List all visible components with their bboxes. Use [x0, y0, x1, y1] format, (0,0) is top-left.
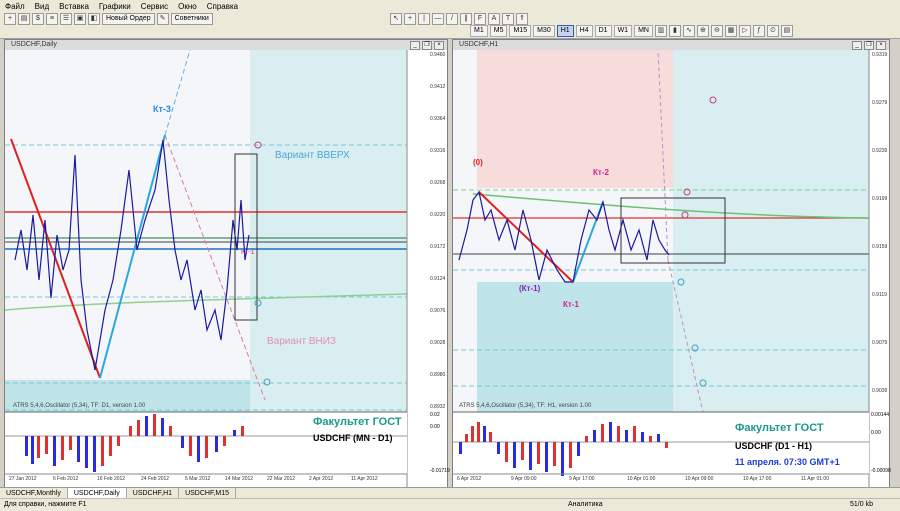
close-icon[interactable]: × [876, 41, 886, 50]
status-traffic: 51/0 kb [850, 501, 873, 508]
status-bar: Для справки, нажмите F1 Аналитика 51/0 k… [0, 498, 900, 511]
fibo-icon[interactable]: F [474, 13, 486, 25]
window-controls: _ ❐ × [410, 41, 444, 50]
tf-m5[interactable]: M5 [489, 25, 508, 37]
chart-window-daily[interactable]: USDCHF,Daily _ ❐ × Кт-3 Вариант ВВЕРХ Ва… [4, 39, 450, 488]
indicators-icon[interactable]: ƒ [752, 25, 765, 37]
menu-insert[interactable]: Вставка [54, 2, 94, 11]
candles-icon[interactable]: ▮ [668, 25, 681, 37]
restore-icon[interactable]: ❐ [422, 41, 432, 50]
text-icon[interactable]: A [488, 13, 500, 25]
menu-bar: Файл Вид Вставка Графики Сервис Окно Спр… [0, 0, 900, 12]
menu-view[interactable]: Вид [30, 2, 54, 11]
profiles-icon[interactable]: ▤ [18, 13, 30, 25]
experts-button[interactable]: Советники [170, 13, 213, 25]
label-variant-down: Вариант ВНИЗ [267, 336, 336, 347]
price-axis-left: 0.9460 0.9412 0.9364 0.9316 0.9268 0.922… [430, 52, 446, 410]
label-kt2: Кт-2 [593, 168, 609, 177]
tf-m15[interactable]: M15 [509, 25, 532, 37]
menu-help[interactable]: Справка [202, 2, 243, 11]
new-chart-icon[interactable]: + [4, 13, 16, 25]
minimize-icon[interactable]: _ [410, 41, 420, 50]
menu-charts[interactable]: Графики [94, 2, 136, 11]
close-icon[interactable]: × [434, 41, 444, 50]
tf-m30[interactable]: M30 [533, 25, 555, 37]
date-label-right: 11 апреля. 07:30 GMT+1 [735, 457, 840, 467]
price-axis-right: 0.9319 0.9279 0.9239 0.9199 0.9159 0.911… [872, 52, 888, 394]
chart-window-h1[interactable]: USDCHF,H1 _ ❐ × (0) Кт-2 (Кт-1) Кт-1 ATR… [452, 39, 891, 488]
label-kt1-right: Кт-1 [563, 300, 579, 309]
label-kt1-paren: (Кт-1) [519, 284, 541, 293]
navigator-icon[interactable]: ☰ [60, 13, 72, 25]
hline-icon[interactable]: — [432, 13, 444, 25]
line-chart-icon[interactable]: ∿ [682, 25, 695, 37]
symbol-label-left: USDCHF (MN - D1) [313, 433, 393, 443]
tf-h1[interactable]: H1 [556, 25, 574, 37]
channel-icon[interactable]: ∥ [460, 13, 472, 25]
label-variant-up: Вариант ВВЕРХ [275, 150, 350, 161]
label-kt1-left: Кт-1 [241, 249, 255, 256]
window-title: USDCHF,Daily [5, 40, 447, 50]
oscillator-caption-right: ATRS 5,4,6,Oscillator (5,34), TF: H1, ve… [459, 403, 592, 409]
data-window-icon[interactable]: ≡ [46, 13, 58, 25]
faculty-label-left: Факультет ГОСТ [313, 416, 402, 428]
window-title: USDCHF,H1 [453, 40, 889, 50]
menu-window[interactable]: Окно [173, 2, 202, 11]
tf-d1[interactable]: D1 [594, 25, 612, 37]
menu-tools[interactable]: Сервис [136, 2, 173, 11]
new-order-button[interactable]: Новый Ордер [102, 13, 155, 25]
autoscroll-icon[interactable]: ▷ [738, 25, 751, 37]
zoom-out-icon[interactable]: ⊖ [710, 25, 723, 37]
zoom-in-icon[interactable]: ⊕ [696, 25, 709, 37]
bar-chart-icon[interactable]: ▥ [654, 25, 667, 37]
label-kt3: Кт-3 [153, 104, 171, 114]
terminal-icon[interactable]: ▣ [74, 13, 86, 25]
tile-icon[interactable]: ▦ [724, 25, 737, 37]
trendline-icon[interactable]: / [446, 13, 458, 25]
vline-icon[interactable]: | [418, 13, 430, 25]
toolbar: + ▤ $ ≡ ☰ ▣ ◧ Новый Ордер ✎ Советники ↖ … [0, 12, 900, 39]
window-controls: _ ❐ × [852, 41, 886, 50]
periods-icon[interactable]: ⏲ [766, 25, 779, 37]
tf-w1[interactable]: W1 [613, 25, 633, 37]
symbol-label-right: USDCHF (D1 - H1) [735, 441, 813, 451]
restore-icon[interactable]: ❐ [864, 41, 874, 50]
editor-icon[interactable]: ✎ [156, 13, 169, 25]
faculty-label-right: Факультет ГОСТ [735, 422, 824, 434]
label-icon[interactable]: T [502, 13, 514, 25]
oscillator-caption-left: ATRS 5,4,6,Oscillator (5,34), TF: D1, ve… [13, 403, 146, 409]
cursor-icon[interactable]: ↖ [390, 13, 402, 25]
menu-file[interactable]: Файл [0, 2, 30, 11]
tester-icon[interactable]: ◧ [88, 13, 100, 25]
label-zero: (0) [473, 158, 483, 167]
market-watch-icon[interactable]: $ [32, 13, 44, 25]
tf-mn[interactable]: MN [634, 25, 653, 37]
tf-m1[interactable]: M1 [470, 25, 488, 37]
crosshair-icon[interactable]: + [404, 13, 416, 25]
templates-icon[interactable]: ▤ [780, 25, 793, 37]
minimize-icon[interactable]: _ [852, 41, 862, 50]
status-analytics[interactable]: Аналитика [568, 499, 603, 511]
arrow-icon[interactable]: ⇑ [516, 13, 528, 25]
status-help: Для справки, нажмите F1 [4, 501, 87, 508]
tf-h4[interactable]: H4 [575, 25, 593, 37]
